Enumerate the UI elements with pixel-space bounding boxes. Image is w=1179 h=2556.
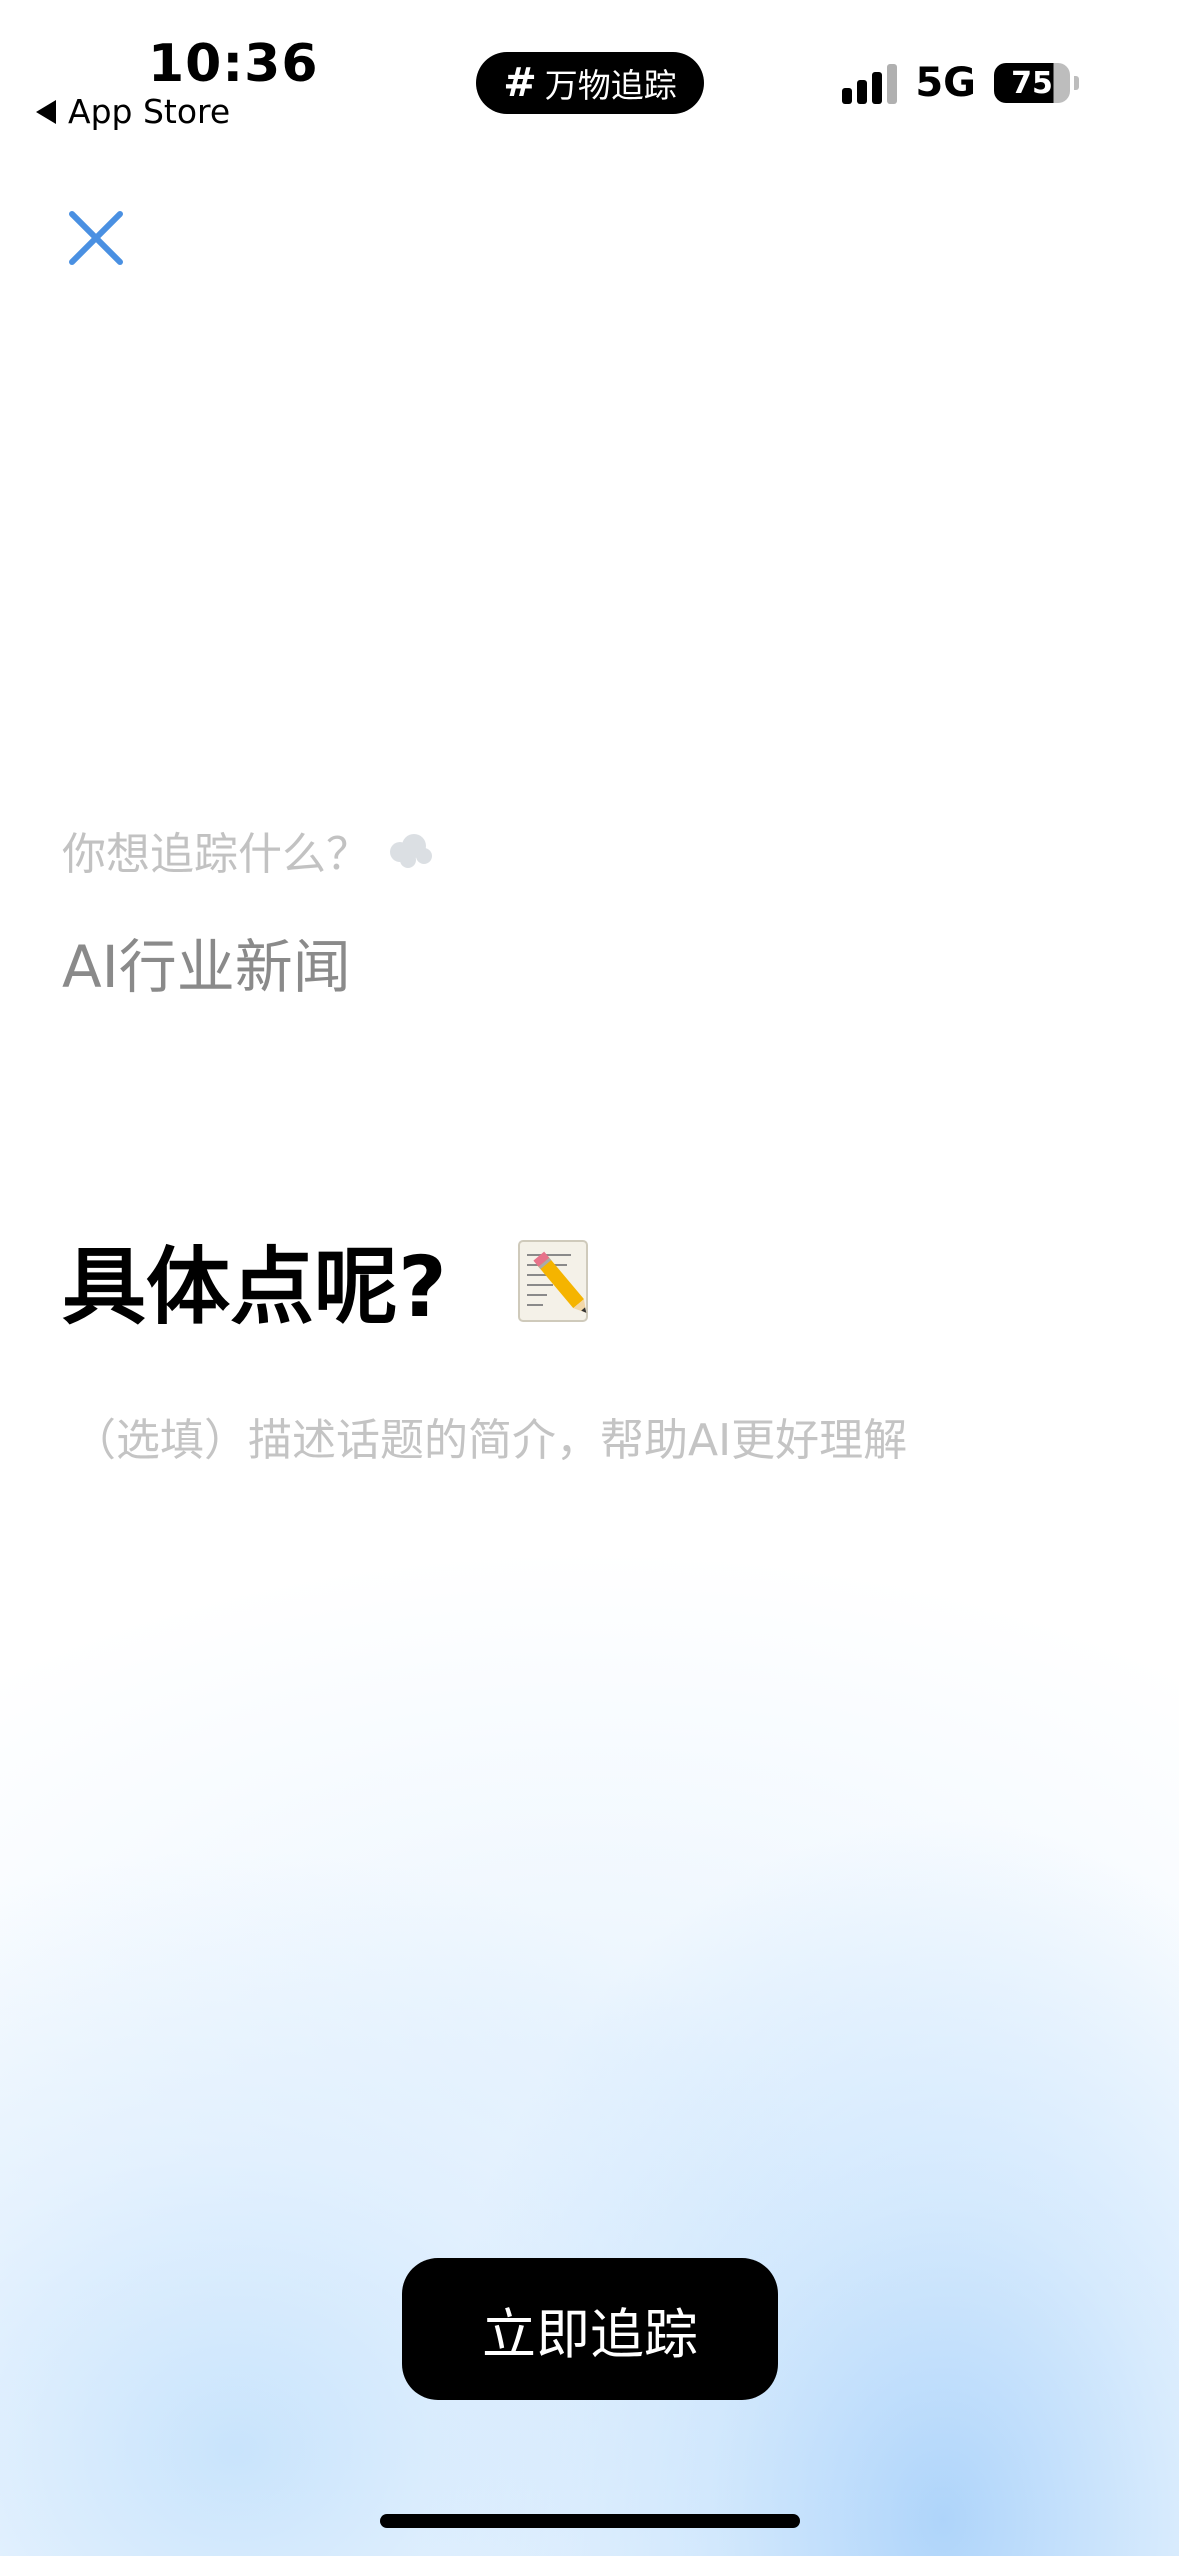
close-icon (69, 211, 123, 265)
back-app-label: App Store (68, 92, 231, 131)
hashtag-icon: # (503, 60, 537, 106)
memo-pencil-icon (517, 1239, 588, 1322)
description-input[interactable] (62, 1400, 1127, 1480)
topic-value[interactable]: AI行业新闻 (62, 920, 351, 1004)
dynamic-island[interactable]: # 万物追踪 (476, 52, 704, 114)
detail-heading: 具体点呢? (62, 1220, 593, 1341)
track-now-button[interactable]: 立即追踪 (402, 2258, 778, 2400)
status-time: 10:36 (148, 34, 319, 94)
cellular-signal-icon (842, 62, 898, 104)
detail-heading-text: 具体点呢? (62, 1238, 447, 1336)
network-type: 5G (915, 60, 976, 106)
topic-question-label: 你想追踪什么？ (62, 829, 370, 880)
thought-bubble-icon (390, 834, 432, 868)
status-indicators: 5G 75 (842, 60, 1079, 106)
island-label: 万物追踪 (544, 66, 677, 105)
topic-question: 你想追踪什么？ (62, 818, 434, 882)
close-button[interactable] (64, 206, 128, 270)
back-to-app-link[interactable]: App Store (36, 92, 230, 131)
home-indicator[interactable] (380, 2514, 800, 2528)
battery-level: 75 (994, 63, 1070, 103)
battery-icon: 75 (994, 63, 1079, 103)
back-arrow-icon (36, 99, 56, 124)
